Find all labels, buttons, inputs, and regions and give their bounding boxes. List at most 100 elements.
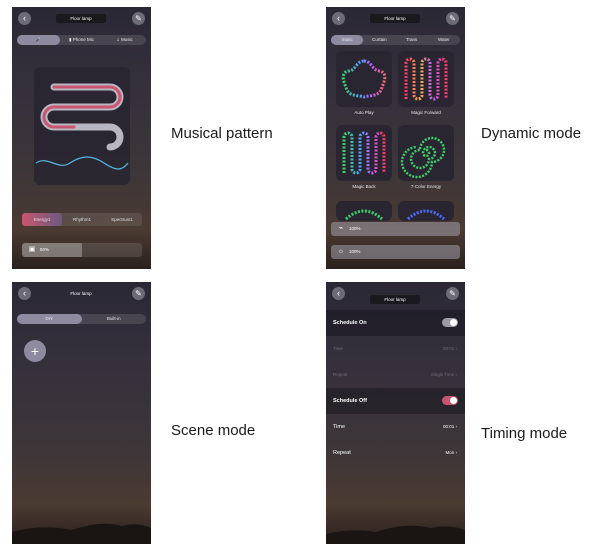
flower-pattern-icon <box>341 59 387 99</box>
edit-button[interactable]: ✎ <box>132 12 145 25</box>
tile-magic-back[interactable] <box>336 125 392 181</box>
header: ‹ Floor lamp ✎ <box>12 7 151 31</box>
tile-auto-play-label: Auto Play <box>354 110 374 115</box>
microphone-icon: 🎤 <box>35 37 42 42</box>
spiral-pattern-icon <box>400 136 446 179</box>
caption-dynamic: Dynamic mode <box>481 125 582 142</box>
pill-energy[interactable]: Energy1 <box>22 213 62 226</box>
brightness-slider[interactable]: ▣ 50% <box>22 243 142 257</box>
arc-pattern-icon <box>407 209 445 221</box>
tile-more-2[interactable] <box>398 201 454 221</box>
back-button[interactable]: ‹ <box>332 287 345 300</box>
schedule-on-toggle[interactable] <box>442 318 458 327</box>
scene-tabbar: DIY Built-in <box>17 314 146 324</box>
schedule-off-toggle[interactable] <box>442 396 458 405</box>
on-time-text: 00:01 <box>442 346 455 351</box>
caption-musical: Musical pattern <box>171 125 273 142</box>
dynamic-tabbar: Static Curtain Trans Water <box>331 35 460 45</box>
toggle-knob <box>450 397 457 404</box>
page-title: Floor lamp <box>370 14 420 23</box>
off-repeat-row[interactable]: Repeat Mon › <box>326 440 465 466</box>
on-repeat-label: Repeat <box>333 372 348 377</box>
speed-slider[interactable]: ⌁ 100% <box>331 222 460 236</box>
tab-phone-mic-label: Phone Mic <box>72 37 94 42</box>
tile-more-1[interactable] <box>336 201 392 221</box>
off-repeat-label: Repeat <box>333 450 351 456</box>
arc-pattern-icon <box>345 209 383 221</box>
chevron-right-icon: › <box>455 372 458 377</box>
toggle-knob <box>450 319 457 326</box>
music-tabbar: 🎤 ▮ Phone Mic ♫ Music <box>17 35 146 45</box>
header: ‹ Floor lamp ✎ <box>12 282 151 306</box>
phone-timing-mode: ‹ Floor lamp ✎ Schedule On Time 00:01 › … <box>326 282 465 544</box>
hill-silhouette <box>326 525 465 544</box>
pill-rhythm[interactable]: Rhythm1 <box>62 213 102 226</box>
tab-built-in[interactable]: Built-in <box>82 314 147 324</box>
tab-microphone[interactable]: 🎤 <box>17 35 60 45</box>
phone-scene-mode: ‹ Floor lamp ✎ DIY Built-in + <box>12 282 151 544</box>
strip-lit <box>42 85 122 129</box>
visualizer-graphic <box>35 83 129 170</box>
header: ‹ Floor lamp ✎ <box>326 7 465 31</box>
tile-auto-play[interactable] <box>336 51 392 107</box>
schedule-on-label: Schedule On <box>333 320 367 326</box>
tab-static[interactable]: Static <box>331 35 364 45</box>
tab-trans[interactable]: Trans <box>396 35 428 45</box>
add-scene-button[interactable]: + <box>24 340 46 362</box>
caption-timing: Timing mode <box>481 425 568 442</box>
chevron-right-icon: › <box>455 424 458 429</box>
tab-phone-mic[interactable]: ▮ Phone Mic <box>60 35 103 45</box>
page-title: Floor lamp <box>70 291 92 296</box>
on-repeat-value: Single Time › <box>431 362 457 388</box>
off-time-row[interactable]: Time 00:01 › <box>326 414 465 440</box>
tile-magic-back-label: Magic Back <box>352 184 376 189</box>
back-button[interactable]: ‹ <box>18 287 31 300</box>
tab-music[interactable]: ♫ Music <box>103 35 146 45</box>
header: ‹ Floor lamp ✎ <box>326 282 465 306</box>
tile-7-color-energy[interactable] <box>398 125 454 181</box>
sun-icon: ☼ <box>337 248 345 255</box>
on-repeat-row[interactable]: Repeat Single Time › <box>326 362 465 388</box>
tab-curtain[interactable]: Curtain <box>363 35 395 45</box>
off-time-label: Time <box>333 424 346 430</box>
off-repeat-value: Mon › <box>445 440 457 466</box>
brightness-value: 100% <box>349 249 361 254</box>
tab-music-label: Music <box>120 37 133 42</box>
phone-dynamic-mode: ‹ Floor lamp ✎ Static Curtain Trans Wate… <box>326 7 465 269</box>
phone-musical-pattern: ‹ Floor lamp ✎ 🎤 ▮ Phone Mic ♫ Music Ene… <box>12 7 151 269</box>
brightness-slider[interactable]: ☼ 100% <box>331 245 460 259</box>
brightness-icon: ▣ <box>28 246 36 253</box>
on-time-label: Time <box>333 346 343 351</box>
strip-path <box>40 83 124 151</box>
tab-water[interactable]: Water <box>428 35 460 45</box>
schedule-on-row: Schedule On <box>326 310 465 336</box>
edit-button[interactable]: ✎ <box>446 287 459 300</box>
schedule-off-row: Schedule Off <box>326 388 465 414</box>
hill-silhouette <box>12 523 151 544</box>
tile-7-color-energy-label: 7-Color Energy <box>410 184 442 189</box>
on-time-row[interactable]: Time 00:01 › <box>326 336 465 362</box>
zigzag-pattern-icon <box>404 57 448 101</box>
pill-spectrum[interactable]: Spectrum1 <box>102 213 142 226</box>
speed-icon: ⌁ <box>338 225 344 232</box>
edit-button[interactable]: ✎ <box>132 287 145 300</box>
schedule-off-label: Schedule Off <box>333 398 367 404</box>
tab-diy[interactable]: DIY <box>17 314 82 324</box>
tile-magic-forward[interactable] <box>398 51 454 107</box>
tile-magic-forward-label: Magic Forward <box>411 110 441 115</box>
plus-icon: + <box>30 343 40 359</box>
music-visualizer <box>34 67 130 185</box>
caption-scene: Scene mode <box>171 422 256 439</box>
on-repeat-text: Single Time <box>430 372 455 377</box>
off-time-value: 00:01 › <box>443 414 457 440</box>
chevron-right-icon: › <box>455 450 458 455</box>
on-time-value: 00:01 › <box>443 336 457 362</box>
back-button[interactable]: ‹ <box>18 12 31 25</box>
sound-wave <box>35 156 129 170</box>
back-button[interactable]: ‹ <box>332 12 345 25</box>
off-repeat-text: Mon <box>445 450 455 455</box>
edit-button[interactable]: ✎ <box>446 12 459 25</box>
brightness-value: 50% <box>40 247 50 252</box>
off-time-text: 00:01 <box>442 424 455 429</box>
zigzag-pattern-icon <box>342 131 386 175</box>
